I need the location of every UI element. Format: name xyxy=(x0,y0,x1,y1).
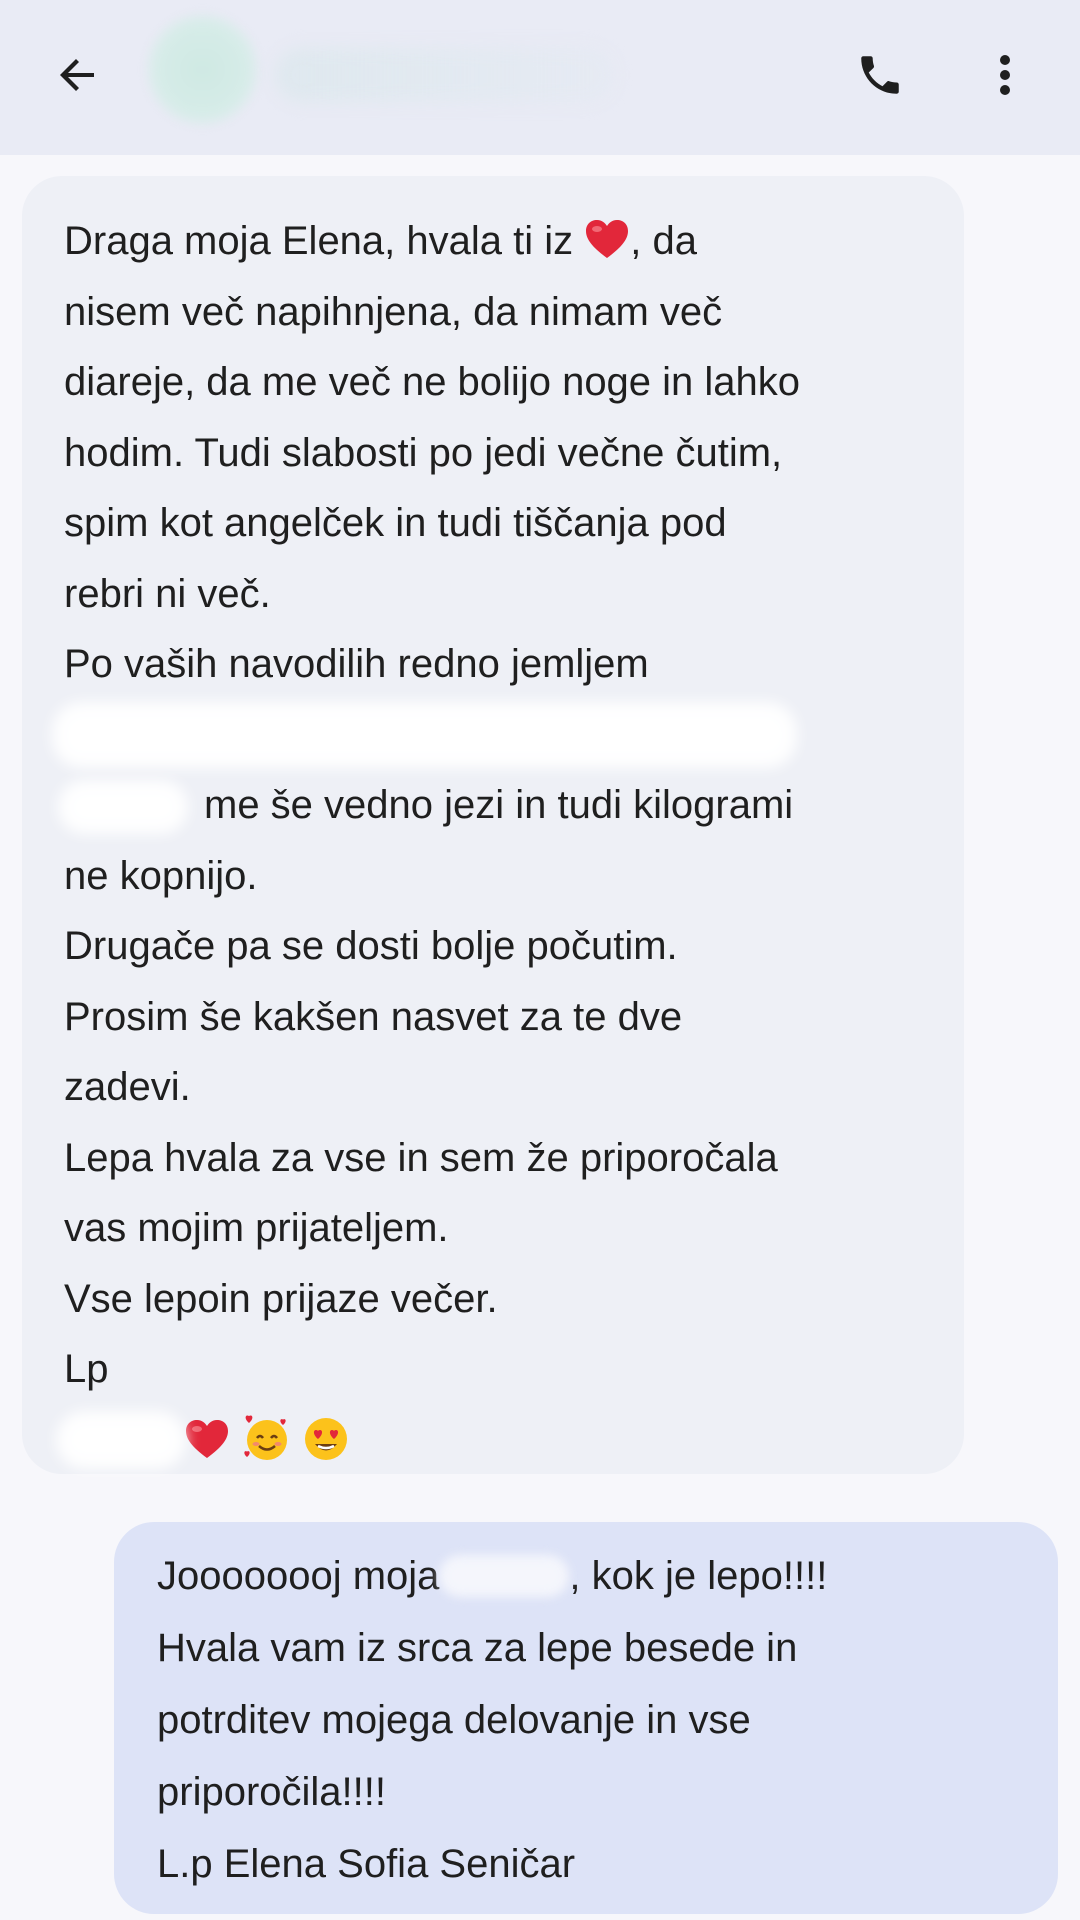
incoming-message-bubble[interactable]: Draga moja Elena, hvala ti iz , da nisem… xyxy=(22,176,964,1474)
message-line: priporočila!!!! xyxy=(157,1770,386,1814)
heart-emoji-icon xyxy=(586,220,629,258)
message-line: Lepa hvala za vse in sem že priporočala xyxy=(64,1135,778,1180)
message-line: Draga moja Elena, hvala ti iz , da xyxy=(64,206,924,277)
message-text: Draga moja Elena, hvala ti iz xyxy=(64,219,585,263)
message-text: me še vedno jezi in tudi kilogrami xyxy=(204,783,794,827)
message-line: ne kopnijo. xyxy=(64,853,258,898)
more-options-button[interactable] xyxy=(970,40,1040,110)
redaction-blur xyxy=(56,1410,186,1469)
message-line: vas mojim prijateljem. xyxy=(64,1206,449,1250)
message-line: zadevi. xyxy=(64,1065,191,1109)
message-line: diareje, da me več ne bolijo noge in lah… xyxy=(64,360,801,404)
message-text: Joooooooj moja xyxy=(157,1554,440,1598)
message-line: hodim. Tudi slabosti po jedi večne čutim… xyxy=(64,430,783,475)
message-line: Po vaših navodilih redno jemljem xyxy=(64,642,649,686)
message-text: , kok je lepo!!!! xyxy=(569,1554,828,1598)
message-line: me še vedno jezi in tudi kilogrami xyxy=(58,770,924,841)
message-line: Vse lepoin prijaze večer. xyxy=(64,1276,498,1321)
conversation-screen: Draga moja Elena, hvala ti iz , da nisem… xyxy=(0,0,1080,1920)
call-button[interactable] xyxy=(845,40,915,110)
outgoing-message-bubble[interactable]: Joooooooj moja , kok je lepo!!!! Hvala va… xyxy=(114,1522,1058,1914)
redaction-blur xyxy=(58,780,188,834)
message-line: rebri ni več. xyxy=(64,571,271,616)
phone-icon xyxy=(861,56,899,94)
contact-name-redacted[interactable] xyxy=(275,48,615,102)
redaction-blur xyxy=(52,701,797,768)
back-button[interactable] xyxy=(38,35,118,115)
message-line: L.p Elena Sofia Seničar xyxy=(157,1842,576,1886)
message-line: nisem več napihnjena, da nimam več xyxy=(64,289,723,334)
contact-avatar[interactable] xyxy=(145,12,260,127)
heart-eyes-emoji-icon xyxy=(305,1417,348,1460)
message-line: Hvala vam iz srca za lepe besede in xyxy=(157,1626,798,1670)
more-vert-icon xyxy=(1000,55,1010,95)
message-line: Drugače pa se dosti bolje počutim. xyxy=(64,924,678,968)
smiling-face-with-hearts-emoji-icon xyxy=(244,1415,288,1460)
message-line: Prosim še kakšen nasvet za te dve xyxy=(64,994,683,1039)
arrow-left-icon xyxy=(60,59,94,91)
message-line: potrditev mojega delovanje in vse xyxy=(157,1698,751,1742)
message-line: Lp xyxy=(64,1347,109,1391)
signature-line xyxy=(56,1405,924,1476)
top-app-bar xyxy=(0,0,1080,155)
message-line: spim kot angelček in tudi tiščanja pod xyxy=(64,501,727,545)
redaction-blur xyxy=(439,1555,570,1597)
heart-emoji-icon xyxy=(186,1419,228,1458)
message-line: Joooooooj moja , kok je lepo!!!! xyxy=(157,1540,1018,1612)
redacted-line xyxy=(52,700,924,771)
message-text: , da xyxy=(630,219,697,263)
